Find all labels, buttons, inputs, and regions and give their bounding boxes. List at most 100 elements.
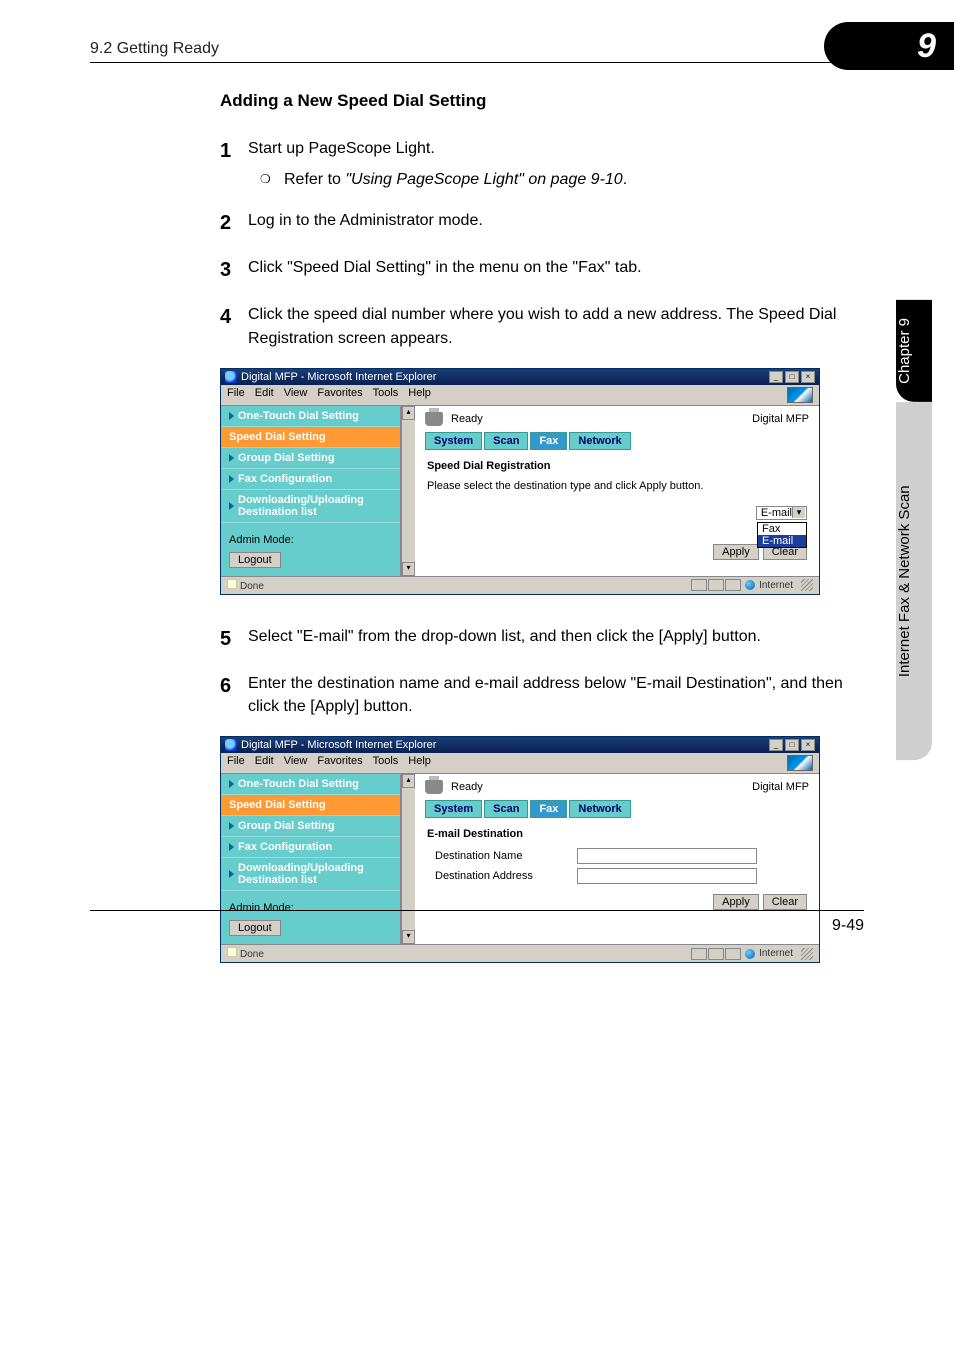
logout-button[interactable]: Logout (229, 552, 281, 568)
sidebar-item-group-dial[interactable]: Group Dial Setting (221, 448, 400, 469)
brand-label: Digital MFP (752, 781, 809, 793)
scroll-up-icon[interactable]: ▴ (402, 406, 415, 420)
sidebar-label: One-Touch Dial Setting (238, 410, 359, 422)
menu-edit[interactable]: Edit (255, 755, 274, 771)
maximize-button[interactable]: □ (785, 739, 799, 751)
ie-icon (225, 739, 237, 751)
step-text: Log in to the Administrator mode. (248, 209, 864, 238)
sidebar-item-one-touch[interactable]: One-Touch Dial Setting (221, 774, 400, 795)
destination-name-input[interactable] (577, 848, 757, 864)
menu-favorites[interactable]: Favorites (317, 387, 362, 403)
side-tab-section: Internet Fax & Network Scan (896, 402, 932, 760)
admin-mode-label: Admin Mode: (229, 534, 392, 546)
clear-button[interactable]: Clear (763, 894, 807, 910)
printer-icon (425, 780, 443, 794)
tab-fax[interactable]: Fax (530, 800, 567, 818)
tab-network[interactable]: Network (569, 800, 630, 818)
page-icon (227, 947, 237, 957)
sidebar-label: Fax Configuration (238, 473, 332, 485)
tab-scan[interactable]: Scan (484, 800, 528, 818)
resize-grip-icon[interactable] (801, 948, 813, 960)
status-ready: Ready (451, 781, 483, 793)
sidebar-label: Downloading/Uploading Destination list (238, 494, 392, 518)
sub-text: Refer to "Using PageScope Light" on page… (284, 168, 627, 191)
step-number: 6 (220, 672, 248, 718)
ie-throbber-icon (787, 755, 813, 771)
internet-zone-icon (745, 580, 755, 590)
minimize-button[interactable]: _ (769, 739, 783, 751)
menu-tools[interactable]: Tools (373, 387, 399, 403)
destination-address-label: Destination Address (427, 870, 577, 882)
sidebar-item-speed-dial[interactable]: Speed Dial Setting (221, 795, 400, 816)
sidebar-label: Downloading/Uploading Destination list (238, 862, 392, 886)
tab-system[interactable]: System (425, 432, 482, 450)
sidebar-item-fax-config[interactable]: Fax Configuration (221, 837, 400, 858)
menu-favorites[interactable]: Favorites (317, 755, 362, 771)
option-fax[interactable]: Fax (758, 523, 806, 535)
window-titlebar: Digital MFP - Microsoft Internet Explore… (221, 369, 819, 385)
bullet-icon: ❍ (260, 168, 284, 191)
step-6: 6 Enter the destination name and e-mail … (220, 672, 864, 718)
sidebar-item-one-touch[interactable]: One-Touch Dial Setting (221, 406, 400, 427)
tab-network[interactable]: Network (569, 432, 630, 450)
menubar: File Edit View Favorites Tools Help (221, 385, 819, 406)
arrow-icon (229, 454, 234, 462)
menu-file[interactable]: File (227, 387, 245, 403)
destination-type-dropdown[interactable]: Fax E-mail (757, 522, 807, 548)
tab-system[interactable]: System (425, 800, 482, 818)
sidebar-label: Speed Dial Setting (229, 431, 326, 443)
chapter-badge: 9 (824, 22, 954, 70)
close-button[interactable]: × (801, 371, 815, 383)
menu-view[interactable]: View (284, 387, 308, 403)
resize-grip-icon[interactable] (801, 579, 813, 591)
menu-tools[interactable]: Tools (373, 755, 399, 771)
tab-fax[interactable]: Fax (530, 432, 567, 450)
sidebar-item-fax-config[interactable]: Fax Configuration (221, 469, 400, 490)
sidebar-item-speed-dial[interactable]: Speed Dial Setting (221, 427, 400, 448)
menubar: File Edit View Favorites Tools Help (221, 753, 819, 774)
step-number: 2 (220, 209, 248, 238)
sidebar-item-group-dial[interactable]: Group Dial Setting (221, 816, 400, 837)
step-4: 4 Click the speed dial number where you … (220, 303, 864, 349)
sidebar-scrollbar[interactable]: ▴ ▾ (401, 406, 415, 576)
tab-scan[interactable]: Scan (484, 432, 528, 450)
menu-file[interactable]: File (227, 755, 245, 771)
menu-view[interactable]: View (284, 755, 308, 771)
ie-icon (225, 371, 237, 383)
brand-label: Digital MFP (752, 413, 809, 425)
statusbar-zone: Internet (759, 580, 793, 591)
arrow-icon (229, 502, 234, 510)
menu-help[interactable]: Help (408, 387, 431, 403)
apply-button[interactable]: Apply (713, 544, 759, 560)
internet-zone-icon (745, 949, 755, 959)
destination-address-input[interactable] (577, 868, 757, 884)
minimize-button[interactable]: _ (769, 371, 783, 383)
side-vertical-tab: Chapter 9 Internet Fax & Network Scan (896, 300, 932, 760)
sidebar-item-download-upload[interactable]: Downloading/Uploading Destination list (221, 490, 400, 523)
sidebar-label: Speed Dial Setting (229, 799, 326, 811)
maximize-button[interactable]: □ (785, 371, 799, 383)
step-text: Start up PageScope Light. (248, 140, 435, 157)
option-email[interactable]: E-mail (758, 535, 806, 547)
status-ready: Ready (451, 413, 483, 425)
window-title: Digital MFP - Microsoft Internet Explore… (241, 371, 436, 383)
statusbar-done: Done (227, 947, 264, 960)
menu-edit[interactable]: Edit (255, 387, 274, 403)
sidebar-item-download-upload[interactable]: Downloading/Uploading Destination list (221, 858, 400, 891)
step-1: 1 Start up PageScope Light. ❍ Refer to "… (220, 137, 864, 191)
scroll-down-icon[interactable]: ▾ (402, 562, 415, 576)
sidebar-label: Group Dial Setting (238, 452, 335, 464)
section-heading: Adding a New Speed Dial Setting (220, 91, 864, 111)
step-5: 5 Select "E-mail" from the drop-down lis… (220, 625, 864, 654)
ie-throbber-icon (787, 387, 813, 403)
page-number: 9-49 (90, 910, 864, 935)
arrow-icon (229, 870, 234, 878)
destination-type-select[interactable]: E-mail (756, 506, 807, 520)
arrow-icon (229, 843, 234, 851)
menu-help[interactable]: Help (408, 755, 431, 771)
close-button[interactable]: × (801, 739, 815, 751)
scroll-up-icon[interactable]: ▴ (402, 774, 415, 788)
sidebar-label: Group Dial Setting (238, 820, 335, 832)
printer-icon (425, 412, 443, 426)
apply-button[interactable]: Apply (713, 894, 759, 910)
